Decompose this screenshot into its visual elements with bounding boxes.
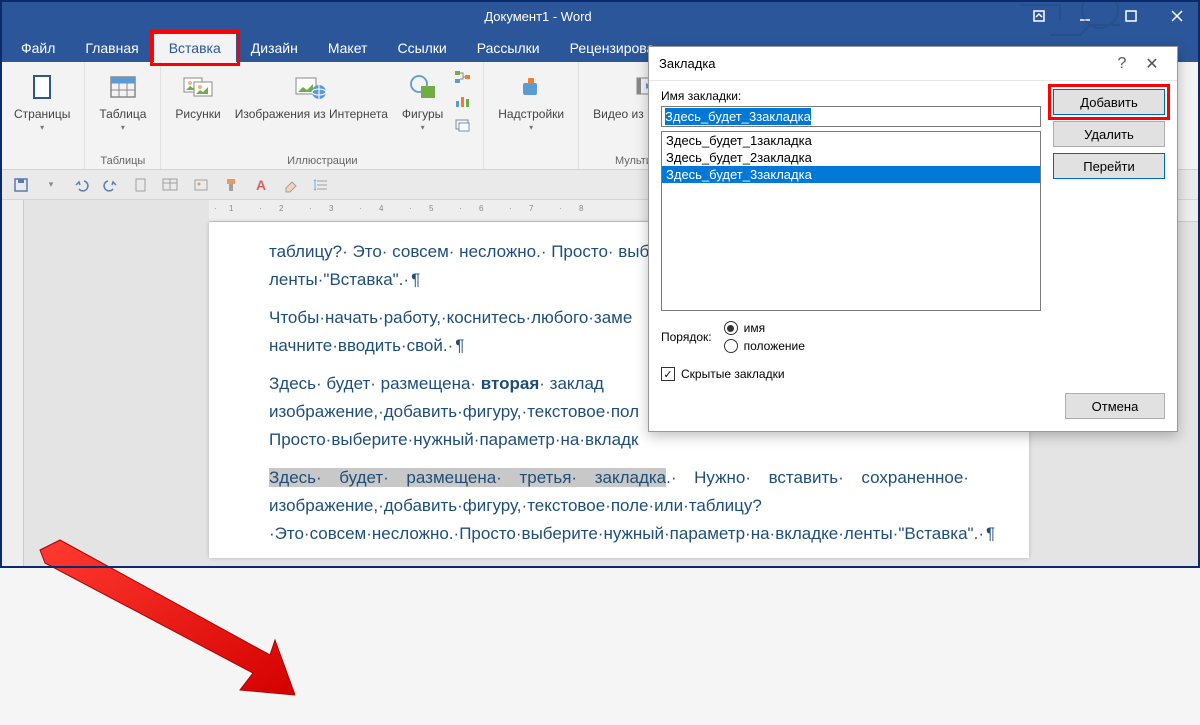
tab-home[interactable]: Главная [70, 34, 153, 62]
ribbon-options-icon[interactable] [1016, 0, 1062, 32]
vertical-ruler [0, 200, 24, 568]
delete-button[interactable]: Удалить [1053, 121, 1165, 147]
dialog-close-icon[interactable]: ✕ [1137, 49, 1167, 79]
tab-insert[interactable]: Вставка [154, 34, 236, 62]
order-label: Порядок: [661, 330, 712, 344]
bookmark-name-input[interactable]: Здесь_будет_3закладка [661, 106, 1041, 127]
tables-group-label: Таблицы [100, 155, 145, 167]
pictures-label: Рисунки [175, 107, 220, 121]
help-icon[interactable]: ? [1107, 49, 1137, 79]
illustrations-group-label: Иллюстрации [287, 155, 357, 167]
font-color-icon[interactable]: A [250, 174, 272, 196]
shapes-button[interactable]: Фигуры ▾ [396, 66, 449, 136]
pages-label: Страницы [14, 107, 70, 121]
maximize-icon[interactable] [1108, 0, 1154, 32]
redo-icon[interactable] [100, 174, 122, 196]
doc-line-1: таблицу?· Это· совсем· несложно.· Просто… [269, 242, 659, 261]
spacing-icon[interactable] [310, 174, 332, 196]
bookmark-item[interactable]: Здесь_будет_3закладка [662, 166, 1040, 183]
selected-text: Здесь· будет· размещена· третья· закладк… [269, 468, 666, 487]
shapes-label: Фигуры [402, 107, 443, 121]
pictures-button[interactable]: Рисунки [169, 66, 226, 125]
bookmark-item[interactable]: Здесь_будет_1закладка [662, 132, 1040, 149]
smartart-icon[interactable] [451, 66, 475, 88]
bookmark-dialog: Закладка ? ✕ Имя закладки: Здесь_будет_3… [648, 46, 1178, 432]
tab-mailings[interactable]: Рассылки [462, 34, 555, 62]
eraser-icon[interactable] [280, 174, 302, 196]
online-pictures-icon [294, 70, 328, 104]
new-doc-icon[interactable] [130, 174, 152, 196]
table-label: Таблица [99, 107, 146, 121]
format-painter-icon[interactable] [220, 174, 242, 196]
document-title: Документ1 - Word [60, 9, 1016, 24]
insert-pic-icon[interactable] [190, 174, 212, 196]
add-button[interactable]: Добавить [1053, 89, 1165, 115]
cancel-button[interactable]: Отмена [1065, 393, 1165, 419]
tab-file[interactable]: Файл [6, 34, 70, 62]
tab-design[interactable]: Дизайн [236, 34, 313, 62]
addins-button[interactable]: Надстройки ▾ [492, 66, 570, 136]
doc-line-2: Чтобы·начать·работу,·коснитесь·любого·за… [269, 308, 632, 327]
hidden-bookmarks-checkbox[interactable]: ✓Скрытые закладки [661, 367, 1041, 381]
pictures-icon [181, 70, 215, 104]
screenshot-icon[interactable] [451, 114, 475, 136]
title-bar: Документ1 - Word [0, 0, 1200, 32]
save-icon[interactable] [10, 174, 32, 196]
order-by-position-radio[interactable]: положение [724, 339, 805, 353]
dialog-title: Закладка [659, 56, 1107, 71]
insert-table-icon[interactable] [160, 174, 182, 196]
goto-button[interactable]: Перейти [1053, 153, 1165, 179]
order-by-name-radio[interactable]: имя [724, 321, 805, 335]
online-pictures-label: Изображения из Интернета [235, 107, 388, 121]
tab-references[interactable]: Ссылки [382, 34, 461, 62]
addins-icon [514, 70, 548, 104]
addins-label: Надстройки [498, 107, 564, 121]
page-icon [25, 70, 59, 104]
shapes-icon [406, 70, 440, 104]
minimize-icon[interactable] [1062, 0, 1108, 32]
qat-dropdown-icon[interactable]: ▾ [40, 174, 62, 196]
close-icon[interactable] [1154, 0, 1200, 32]
table-button[interactable]: Таблица ▾ [93, 66, 152, 136]
tab-layout[interactable]: Макет [313, 34, 383, 62]
chart-icon[interactable] [451, 90, 475, 112]
pages-button[interactable]: Страницы ▾ [8, 66, 76, 136]
undo-icon[interactable] [70, 174, 92, 196]
table-icon [106, 70, 140, 104]
bookmark-item[interactable]: Здесь_будет_2закладка [662, 149, 1040, 166]
bookmark-name-label: Имя закладки: [661, 89, 1041, 103]
bookmark-list[interactable]: Здесь_будет_1закладка Здесь_будет_2закла… [661, 131, 1041, 311]
online-pictures-button[interactable]: Изображения из Интернета [229, 66, 394, 125]
